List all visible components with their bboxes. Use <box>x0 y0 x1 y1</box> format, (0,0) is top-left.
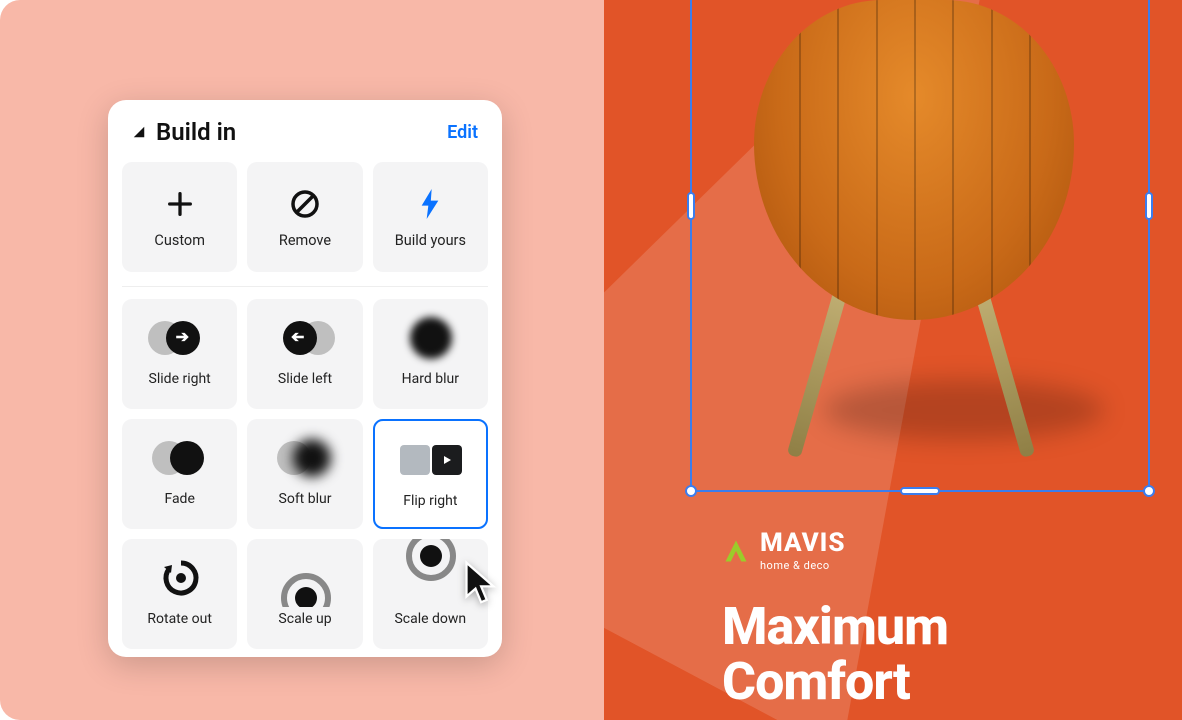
resize-handle-br[interactable] <box>1143 485 1155 497</box>
anim-label: Slide right <box>149 371 211 387</box>
bolt-icon <box>412 186 448 222</box>
brand-block: MAVIS home & deco <box>722 530 846 571</box>
anim-scale-up[interactable]: Scale up <box>247 539 362 649</box>
rotate-out-thumb <box>140 549 220 607</box>
animation-grid: ➔ Slide right ➔ Slide left Hard blur <box>108 299 502 649</box>
hard-blur-thumb <box>390 309 470 367</box>
anim-slide-left[interactable]: ➔ Slide left <box>247 299 362 409</box>
plus-icon <box>162 186 198 222</box>
remove-action-label: Remove <box>279 232 331 249</box>
anim-label: Hard blur <box>402 371 459 387</box>
scale-down-thumb <box>390 549 470 607</box>
soft-blur-thumb <box>265 429 345 487</box>
panel-divider <box>122 286 488 287</box>
resize-handle-bottom[interactable] <box>900 487 940 495</box>
anim-rotate-out[interactable]: Rotate out <box>122 539 237 649</box>
flip-right-thumb <box>390 431 470 489</box>
anim-label: Fade <box>164 491 194 507</box>
panel-title: Build in <box>156 118 236 146</box>
panel-header: Build in Edit <box>108 100 502 162</box>
anim-slide-right[interactable]: ➔ Slide right <box>122 299 237 409</box>
anim-label: Scale up <box>278 611 331 627</box>
custom-action-label: Custom <box>154 232 205 249</box>
action-row: Custom Remove Build yours <box>108 162 502 272</box>
brand-subtitle: home & deco <box>760 560 846 571</box>
build-yours-action[interactable]: Build yours <box>373 162 488 272</box>
anim-label: Flip right <box>403 493 457 509</box>
cursor-icon <box>462 560 498 606</box>
canvas-preview: MAVIS home & deco Maximum Comfort <box>604 0 1182 720</box>
left-background: Build in Edit Custom Remove <box>0 0 604 720</box>
anim-fade[interactable]: Fade <box>122 419 237 529</box>
fade-thumb <box>140 429 220 487</box>
triangle-indicator-icon <box>132 125 146 139</box>
anim-label: Scale down <box>394 611 466 627</box>
anim-label: Slide left <box>278 371 332 387</box>
remove-action[interactable]: Remove <box>247 162 362 272</box>
headline-line-2: Comfort <box>722 655 948 710</box>
anim-flip-right[interactable]: Flip right <box>373 419 488 529</box>
build-yours-action-label: Build yours <box>395 232 466 249</box>
prohibit-icon <box>287 186 323 222</box>
custom-action[interactable]: Custom <box>122 162 237 272</box>
anim-label: Soft blur <box>279 491 332 507</box>
anim-soft-blur[interactable]: Soft blur <box>247 419 362 529</box>
headline-line-1: Maximum <box>722 600 948 655</box>
slide-left-thumb: ➔ <box>265 309 345 367</box>
anim-label: Rotate out <box>147 611 212 627</box>
edit-button[interactable]: Edit <box>447 122 478 143</box>
headline-text: Maximum Comfort <box>722 600 948 709</box>
slide-right-thumb: ➔ <box>140 309 220 367</box>
anim-hard-blur[interactable]: Hard blur <box>373 299 488 409</box>
brand-name: MAVIS <box>760 530 846 556</box>
resize-handle-right[interactable] <box>1145 192 1153 220</box>
panel-title-wrap: Build in <box>132 118 236 146</box>
scale-up-thumb <box>265 549 345 607</box>
build-in-panel: Build in Edit Custom Remove <box>108 100 502 657</box>
brand-logo-icon <box>722 537 750 565</box>
chair-image[interactable] <box>724 0 1104 460</box>
